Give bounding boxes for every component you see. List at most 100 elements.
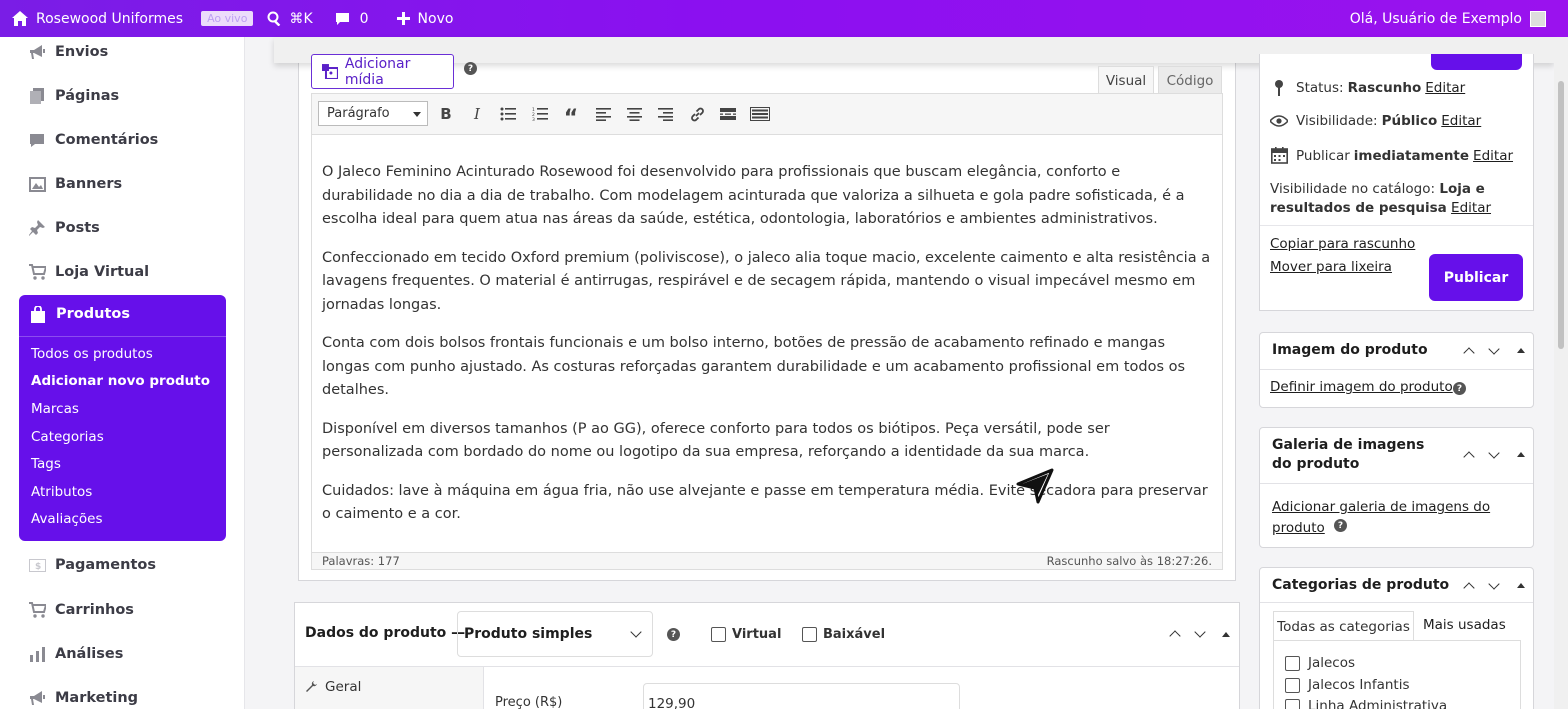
move-up-icon[interactable]	[1462, 344, 1476, 358]
comments-count: 0	[359, 10, 369, 27]
preview-button[interactable]	[1431, 54, 1522, 70]
sidebar-item-loja-virtual[interactable]: Loja Virtual	[28, 263, 149, 281]
help-icon[interactable]: ?	[1334, 519, 1347, 532]
align-center-button[interactable]	[624, 104, 644, 124]
align-left-button[interactable]	[593, 104, 613, 124]
submenu-reviews[interactable]: Avaliações	[31, 511, 103, 527]
publish-date-row: Publicar imediatamente Editar	[1270, 147, 1513, 164]
product-gallery-panel: Galeria de imagens do produto Adicionar …	[1259, 427, 1534, 548]
add-gallery-link[interactable]: Adicionar galeria de imagens do produto	[1272, 499, 1490, 536]
home-icon	[12, 11, 28, 26]
sidebar-item-posts[interactable]: Posts	[28, 219, 100, 237]
sidebar-item-produtos[interactable]: Produtos	[29, 305, 130, 323]
scrollbar-thumb[interactable]	[1558, 81, 1564, 349]
tab-all-categories[interactable]: Todas as categorias	[1273, 611, 1414, 641]
checkbox-box[interactable]	[1285, 698, 1300, 709]
sidebar-item-paginas[interactable]: Páginas	[28, 87, 119, 105]
sidebar-item-analises[interactable]: Análises	[28, 645, 123, 663]
align-right-button[interactable]	[655, 104, 675, 124]
tab-most-used[interactable]: Mais usadas	[1423, 611, 1506, 633]
paragraph: Confeccionado em tecido Oxford premium (…	[322, 249, 1211, 313]
help-icon[interactable]: ?	[464, 62, 477, 75]
search-button[interactable]: ⌘K	[259, 0, 320, 37]
product-type-select[interactable]: Produto simples	[457, 611, 653, 657]
sidebar-item-carrinhos[interactable]: Carrinhos	[28, 601, 134, 619]
move-down-icon[interactable]	[1487, 579, 1501, 593]
megaphone-icon	[29, 45, 45, 59]
move-up-icon[interactable]	[1168, 627, 1182, 641]
edit-date-link[interactable]: Editar	[1473, 148, 1513, 164]
quote-button[interactable]: “	[561, 104, 581, 131]
editor-content[interactable]: O Jaleco Feminino Acinturado Rosewood fo…	[311, 135, 1223, 553]
word-count: Palavras: 177	[322, 554, 400, 568]
set-product-image-link[interactable]: Definir imagem do produto	[1270, 379, 1453, 395]
category-item[interactable]: Linha Administrativa	[1285, 698, 1447, 709]
move-down-icon[interactable]	[1487, 344, 1501, 358]
virtual-checkbox[interactable]: Virtual	[711, 627, 781, 642]
submenu-add-product[interactable]: Adicionar novo produto	[31, 373, 210, 389]
eye-icon	[1270, 115, 1288, 127]
sidebar-item-marketing[interactable]: Marketing	[28, 689, 138, 707]
comments-link[interactable]: 0	[327, 0, 377, 37]
collapse-icon[interactable]	[1514, 447, 1528, 461]
italic-button[interactable]: I	[467, 104, 487, 124]
bullet-list-button[interactable]	[498, 104, 518, 124]
add-media-button[interactable]: Adicionar mídia	[311, 54, 454, 89]
move-to-trash-link[interactable]: Mover para lixeira	[1270, 259, 1392, 275]
publish-button[interactable]: Publicar	[1429, 254, 1523, 301]
submenu-categories[interactable]: Categorias	[31, 429, 104, 445]
sidebar-item-envios[interactable]: Envios	[28, 43, 108, 61]
tab-code[interactable]: Código	[1158, 66, 1222, 94]
page-scrollbar[interactable]	[1554, 37, 1568, 709]
search-shortcut: ⌘K	[289, 10, 313, 27]
submenu-all-products[interactable]: Todos os produtos	[31, 346, 153, 362]
collapse-icon[interactable]	[1514, 578, 1528, 592]
collapse-icon[interactable]	[1219, 627, 1233, 641]
numbered-list-button[interactable]: 123	[530, 104, 550, 124]
bold-button[interactable]: B	[436, 104, 456, 124]
sidebar-item-banners[interactable]: Banners	[28, 175, 122, 193]
sidebar-item-pagamentos[interactable]: $ Pagamentos	[28, 556, 156, 574]
read-more-button[interactable]	[718, 104, 738, 124]
checkbox-box[interactable]	[1285, 655, 1300, 671]
sidebar-item-comentarios[interactable]: Comentários	[28, 131, 158, 149]
collapse-icon[interactable]	[1514, 343, 1528, 357]
submenu-tags[interactable]: Tags	[31, 456, 61, 472]
help-icon[interactable]: ?	[1453, 382, 1466, 395]
wrench-icon	[306, 681, 317, 692]
cart-icon	[28, 602, 46, 618]
move-down-icon[interactable]	[1193, 627, 1207, 641]
edit-visibility-link[interactable]: Editar	[1441, 113, 1481, 129]
checkbox-box[interactable]	[711, 627, 726, 642]
category-item[interactable]: Jalecos	[1285, 655, 1355, 671]
submenu-brands[interactable]: Marcas	[31, 401, 79, 417]
comment-icon	[335, 12, 349, 25]
toolbar-toggle-button[interactable]	[749, 104, 771, 124]
category-tabs: Todas as categorias Mais usadas	[1273, 611, 1521, 641]
publish-date-value: imediatamente	[1353, 147, 1470, 164]
edit-status-link[interactable]: Editar	[1425, 80, 1465, 96]
checkbox-box[interactable]	[802, 627, 817, 642]
move-up-icon[interactable]	[1462, 448, 1476, 462]
category-item[interactable]: Jalecos Infantis	[1285, 677, 1410, 693]
numbered-list-icon: 123	[532, 107, 548, 121]
image-icon	[28, 176, 46, 192]
checkbox-box[interactable]	[1285, 677, 1300, 693]
copy-to-draft-link[interactable]: Copiar para rascunho	[1270, 236, 1415, 252]
price-input[interactable]: 129,90	[643, 683, 960, 709]
link-button[interactable]	[687, 104, 707, 124]
submenu-attributes[interactable]: Atributos	[31, 484, 92, 500]
account-menu[interactable]: Olá, Usuário de Exemplo	[1350, 0, 1546, 37]
move-down-icon[interactable]	[1487, 448, 1501, 462]
new-content-button[interactable]: Novo	[389, 0, 462, 37]
category-list: Jalecos Jalecos Infantis Linha Administr…	[1273, 640, 1521, 709]
site-home-link[interactable]: Rosewood Uniformes	[0, 0, 191, 37]
edit-catalog-link[interactable]: Editar	[1451, 200, 1491, 216]
downloadable-checkbox[interactable]: Baixável	[802, 627, 885, 642]
format-select[interactable]: Parágrafo	[318, 101, 428, 126]
tab-general[interactable]: Geral	[305, 679, 361, 695]
help-icon[interactable]: ?	[667, 628, 680, 641]
tab-visual[interactable]: Visual	[1098, 66, 1154, 94]
panel-header: Galeria de imagens do produto	[1260, 428, 1533, 484]
move-up-icon[interactable]	[1462, 579, 1476, 593]
